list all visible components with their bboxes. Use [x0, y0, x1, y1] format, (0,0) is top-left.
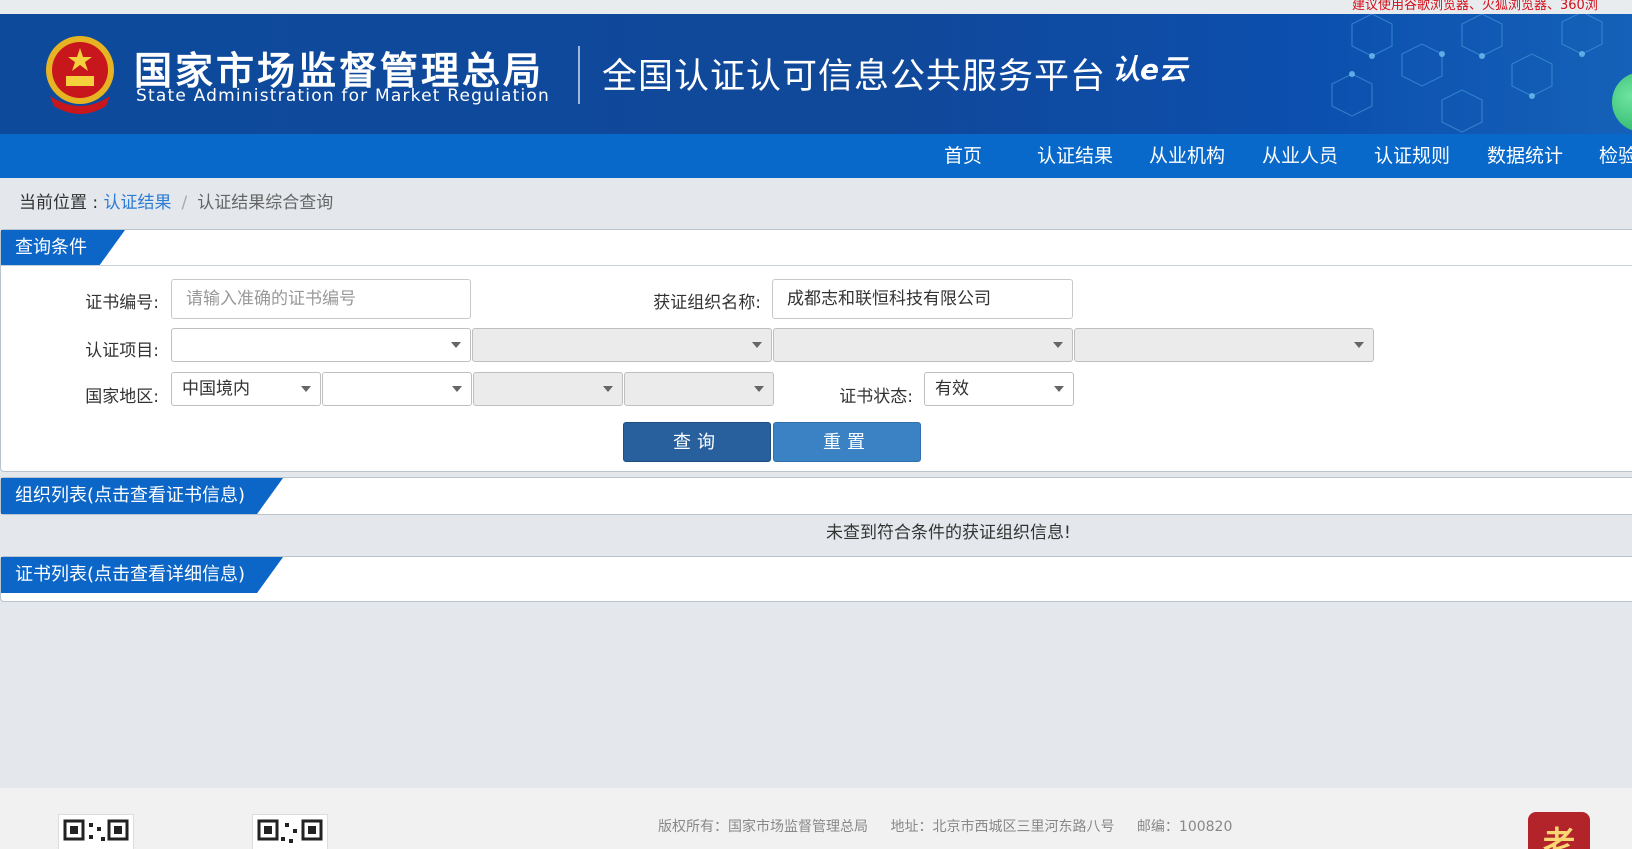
nav-personnel[interactable]: 从业人员: [1262, 134, 1338, 178]
government-badge-icon[interactable]: 老: [1528, 812, 1590, 849]
platform-title: 全国认证认可信息公共服务平台: [602, 57, 1107, 97]
region-select-city[interactable]: [473, 372, 623, 406]
nav-inspection[interactable]: 检验: [1599, 134, 1632, 178]
footer: 版权所有：国家市场监督管理总局 地址：北京市西城区三里河东路八号 邮编：1008…: [0, 788, 1632, 849]
query-panel-title: 查询条件: [1, 230, 125, 266]
chevron-down-icon: [603, 386, 613, 392]
cert-project-label: 认证项目:: [85, 341, 159, 361]
qr-code-icon: [252, 814, 328, 849]
header-banner: 国家市场监督管理总局 State Administration for Mark…: [0, 14, 1632, 134]
breadcrumb: 当前位置 : 认证结果 / 认证结果综合查询: [19, 188, 333, 213]
status-label: 证书状态:: [839, 387, 913, 407]
query-panel: 查询条件 证书编号: 请输入准确的证书编号 获证组织名称: 成都志和联恒科技有限…: [0, 229, 1632, 472]
footer-address: 地址：北京市西城区三里河东路八号: [890, 819, 1115, 835]
breadcrumb-current: 认证结果综合查询: [197, 193, 334, 213]
chevron-down-icon: [1054, 386, 1064, 392]
org-list-empty-message: 未查到符合条件的获证组织信息!: [826, 523, 1071, 543]
footer-info: 版权所有：国家市场监督管理总局 地址：北京市西城区三里河东路八号 邮编：1008…: [658, 816, 1250, 836]
hexagon-pattern-icon: [1331, 14, 1603, 133]
nav-institutions[interactable]: 从业机构: [1149, 134, 1225, 178]
chevron-down-icon: [1354, 342, 1364, 348]
region-select-country[interactable]: 中国境内: [171, 372, 321, 406]
cloud-logo: 认e云: [1112, 53, 1187, 86]
browser-tip-strip: 建议使用谷歌浏览器、火狐浏览器、360浏: [0, 0, 1632, 14]
chevron-down-icon: [452, 386, 462, 392]
org-name-label: 获证组织名称:: [653, 293, 761, 313]
region-value: 中国境内: [182, 379, 250, 399]
chevron-down-icon: [1053, 342, 1063, 348]
status-select[interactable]: 有效: [924, 372, 1074, 406]
chevron-down-icon: [451, 342, 461, 348]
org-list-panel: 组织列表(点击查看证书信息): [0, 477, 1632, 515]
browser-tip: 建议使用谷歌浏览器、火狐浏览器、360浏: [1352, 0, 1598, 13]
panel-divider: [1, 265, 1632, 266]
footer-postcode: 邮编：100820: [1136, 819, 1233, 835]
nav-home[interactable]: 首页: [944, 134, 982, 178]
cert-list-panel: 证书列表(点击查看详细信息): [0, 556, 1632, 602]
query-button[interactable]: 查询: [623, 422, 771, 462]
national-emblem-icon: [46, 36, 114, 114]
breadcrumb-prefix: 当前位置 :: [19, 193, 99, 213]
chevron-down-icon: [754, 386, 764, 392]
cert-project-select-1[interactable]: [171, 328, 471, 362]
chevron-down-icon: [301, 386, 311, 392]
region-select-province[interactable]: [322, 372, 472, 406]
org-name-input[interactable]: 成都志和联恒科技有限公司: [772, 279, 1073, 319]
main-nav: 首页 认证结果 从业机构 从业人员 认证规则 数据统计 检验: [0, 134, 1632, 178]
footer-copyright: 版权所有：国家市场监督管理总局: [658, 819, 868, 835]
cert-project-select-3[interactable]: [773, 328, 1073, 362]
org-name-en: State Administration for Market Regulati…: [136, 86, 550, 106]
breadcrumb-separator: /: [181, 193, 188, 213]
cert-list-title: 证书列表(点击查看详细信息): [1, 557, 283, 593]
nav-rules[interactable]: 认证规则: [1374, 134, 1450, 178]
nav-statistics[interactable]: 数据统计: [1487, 134, 1563, 178]
cert-project-select-4[interactable]: [1074, 328, 1374, 362]
qr-code-icon: [58, 814, 134, 849]
region-select-district[interactable]: [624, 372, 774, 406]
cert-project-select-2[interactable]: [472, 328, 772, 362]
status-value: 有效: [935, 379, 969, 399]
cert-no-label: 证书编号:: [85, 293, 159, 313]
region-label: 国家地区:: [85, 387, 159, 407]
org-list-title: 组织列表(点击查看证书信息): [1, 478, 283, 514]
reset-button[interactable]: 重置: [773, 422, 921, 462]
header-divider: [578, 46, 580, 104]
cert-no-input[interactable]: 请输入准确的证书编号: [171, 279, 471, 319]
nav-cert-results[interactable]: 认证结果: [1037, 134, 1113, 178]
breadcrumb-link[interactable]: 认证结果: [104, 193, 172, 213]
chevron-down-icon: [752, 342, 762, 348]
